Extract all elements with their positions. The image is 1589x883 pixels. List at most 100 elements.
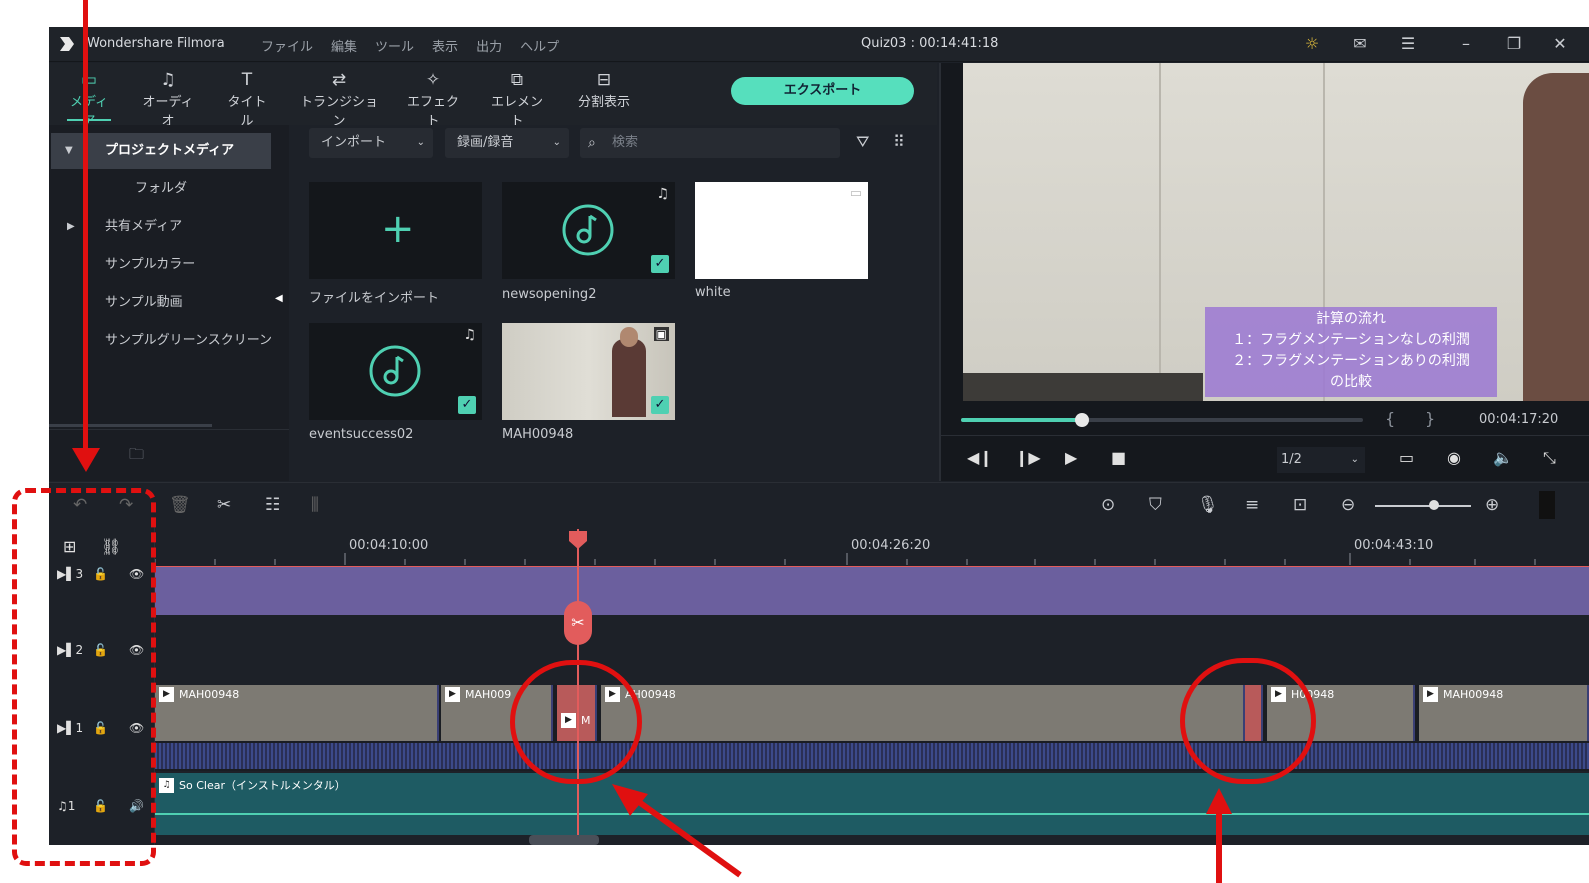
mail-icon[interactable]: ✉ bbox=[1349, 33, 1371, 55]
play-icon: ▶ bbox=[159, 687, 174, 702]
filter-icon[interactable]: ⛛ bbox=[856, 132, 869, 152]
volume-icon[interactable]: 🔈 bbox=[1493, 448, 1513, 467]
playhead-handle-icon[interactable] bbox=[567, 529, 589, 551]
fullscreen-icon[interactable]: ⤡ bbox=[1543, 448, 1556, 468]
clip-name: MAH009 bbox=[465, 688, 512, 701]
marker-icon[interactable]: ⛉ bbox=[1149, 495, 1162, 515]
audio-track-1[interactable]: ♫ So Clear（インストルメンタル） bbox=[155, 773, 1589, 835]
sidebar-item-label: サンプルグリーンスクリーン bbox=[105, 333, 273, 348]
import-dropdown[interactable]: インポート ⌄ bbox=[309, 128, 433, 158]
app-name: Wondershare Filmora bbox=[87, 36, 225, 51]
split-scissors-icon[interactable]: ✂ bbox=[564, 601, 592, 645]
menu-file[interactable]: ファイル bbox=[261, 36, 313, 55]
grid-view-icon[interactable]: ⠿ bbox=[893, 132, 905, 151]
video-clip[interactable]: ▶ MAH00948 bbox=[155, 685, 439, 741]
chevron-down-icon: ⌄ bbox=[1350, 454, 1359, 465]
import-file-tile[interactable]: + bbox=[309, 182, 482, 279]
mark-in-button[interactable]: { bbox=[1385, 409, 1395, 428]
stop-icon[interactable]: ■ bbox=[1111, 448, 1126, 467]
timeline-horizontal-scrollbar[interactable] bbox=[529, 835, 599, 845]
menu-export[interactable]: 出力 bbox=[476, 36, 502, 55]
adjust-icon[interactable]: ☷ bbox=[265, 495, 280, 515]
pip-icon[interactable]: ⊡ bbox=[1293, 495, 1307, 515]
search-icon: ⌕ bbox=[588, 135, 596, 151]
tab-element[interactable]: ⧉ エレメント bbox=[489, 69, 545, 129]
annotation-track-header-box bbox=[12, 488, 156, 866]
menu-help[interactable]: ヘルプ bbox=[520, 36, 559, 55]
audio-wave-icon[interactable]: ⫼ bbox=[311, 495, 319, 515]
play-icon[interactable]: ▶ bbox=[1065, 448, 1077, 467]
tab-title[interactable]: T タイトル bbox=[223, 69, 271, 129]
menu-view[interactable]: 表示 bbox=[432, 36, 458, 55]
tab-effect[interactable]: ✧ エフェクト bbox=[407, 69, 459, 129]
zoom-in-icon[interactable]: ⊕ bbox=[1485, 495, 1499, 515]
preview-panel: 計算の流れ １：フラグメンテーションなしの利潤 ２：フラグメンテーションありの利… bbox=[939, 63, 1589, 481]
video-track-1: ▶ MAH00948 ▶ MAH009 ▶ M ▶ AH00948 ▶ H00948 ▶ M… bbox=[155, 685, 1589, 771]
play-icon: ▶ bbox=[1423, 687, 1438, 702]
in-use-check-icon: ✓ bbox=[651, 396, 669, 414]
preview-quality-value: 1/2 bbox=[1281, 452, 1302, 467]
clip-title: ▶ MAH009 bbox=[445, 687, 511, 702]
annotation-arrow-shaft bbox=[83, 0, 88, 455]
snapshot-icon[interactable]: ◉ bbox=[1447, 448, 1461, 467]
prev-frame-icon[interactable]: ◀❙ bbox=[967, 448, 993, 467]
timeline-ruler[interactable]: 00:04:10:00 00:04:26:20 00:04:43:10 bbox=[155, 527, 1589, 567]
overlay-clip-track-3[interactable] bbox=[155, 567, 1589, 615]
mark-out-button[interactable]: } bbox=[1425, 409, 1435, 428]
annotation-arrow-right bbox=[1206, 788, 1232, 883]
title-bar: Wondershare Filmora ファイル 編集 ツール 表示 出力 ヘル… bbox=[49, 27, 1589, 62]
tab-effect-label: エフェクト bbox=[407, 95, 460, 129]
collapse-panel-icon[interactable]: ◀ bbox=[275, 293, 283, 304]
sidebar-scrollbar[interactable] bbox=[49, 424, 212, 427]
clip-title: ▶ MAH00948 bbox=[1423, 687, 1503, 702]
media-item-eventsuccess02[interactable]: ♫ ✓ bbox=[309, 323, 482, 420]
annotation-arrow-left bbox=[612, 784, 742, 878]
tab-audio[interactable]: ♫ オーディオ bbox=[137, 69, 199, 129]
in-use-check-icon: ✓ bbox=[458, 396, 476, 414]
restore-icon[interactable]: ❐ bbox=[1503, 33, 1525, 55]
preview-progress-knob[interactable] bbox=[1074, 413, 1089, 427]
lightbulb-icon[interactable]: ☼ bbox=[1301, 33, 1323, 55]
media-item-label: newsopening2 bbox=[502, 287, 597, 302]
video-clip[interactable]: ▶ AH00948 bbox=[601, 685, 1245, 741]
audio-volume-line bbox=[155, 813, 1589, 815]
sidebar-item-label: サンプルカラー bbox=[105, 257, 196, 272]
video-clip[interactable]: ▶ MAH00948 bbox=[1419, 685, 1589, 741]
tab-splitscreen[interactable]: ⊟ 分割表示 bbox=[573, 69, 635, 110]
media-item-label: ファイルをインポート bbox=[309, 291, 440, 306]
new-folder-icon[interactable]: 🗀 bbox=[129, 444, 144, 469]
preview-quality-dropdown[interactable]: 1/2 ⌄ bbox=[1277, 447, 1365, 473]
presenter-figure bbox=[612, 339, 646, 417]
menu-tools[interactable]: ツール bbox=[375, 36, 414, 55]
media-item-mah00948[interactable]: ▣ ✓ bbox=[502, 323, 675, 420]
render-icon[interactable]: ⊙ bbox=[1101, 495, 1115, 515]
next-frame-icon[interactable]: ❙▶ bbox=[1015, 448, 1041, 467]
media-item-label: MAH00948 bbox=[502, 427, 574, 442]
video-thumbnail bbox=[502, 323, 675, 420]
export-button[interactable]: エクスポート bbox=[731, 77, 914, 105]
record-dropdown[interactable]: 録画/録音 ⌄ bbox=[445, 128, 569, 158]
display-icon[interactable]: ▭ bbox=[1399, 448, 1414, 467]
zoom-out-icon[interactable]: ⊖ bbox=[1341, 495, 1355, 515]
menu-edit[interactable]: 編集 bbox=[331, 36, 357, 55]
collapse-arrow-icon: ▼ bbox=[65, 145, 73, 156]
zoom-slider-knob[interactable] bbox=[1429, 500, 1439, 510]
presenter-head bbox=[620, 327, 638, 347]
music-icon: ♫ bbox=[159, 777, 174, 793]
zoom-slider-track[interactable] bbox=[1375, 505, 1471, 507]
close-icon[interactable]: ✕ bbox=[1549, 33, 1571, 55]
cut-icon[interactable]: ✂ bbox=[217, 495, 231, 515]
minimize-icon[interactable]: – bbox=[1455, 33, 1477, 55]
menu-bar: ファイル 編集 ツール 表示 出力 ヘルプ bbox=[261, 36, 559, 55]
tab-transition[interactable]: ⇄ トランジション bbox=[299, 69, 379, 129]
media-item-newsopening2[interactable]: ♫ ✓ bbox=[502, 182, 675, 279]
media-item-white[interactable]: ▭ bbox=[695, 182, 868, 279]
timeline-scroll-handle[interactable] bbox=[1539, 491, 1555, 519]
search-input[interactable]: ⌕ 検索 bbox=[580, 128, 840, 158]
expand-arrow-icon: ▶ bbox=[67, 221, 75, 232]
menu-list-icon[interactable]: ☰ bbox=[1397, 33, 1419, 55]
annotation-arrowhead-icon bbox=[72, 448, 100, 472]
mic-icon[interactable]: 🎙 bbox=[1197, 495, 1219, 515]
delete-icon[interactable]: 🗑 bbox=[169, 495, 191, 515]
voiceover-list-icon[interactable]: ≡ bbox=[1245, 495, 1259, 515]
